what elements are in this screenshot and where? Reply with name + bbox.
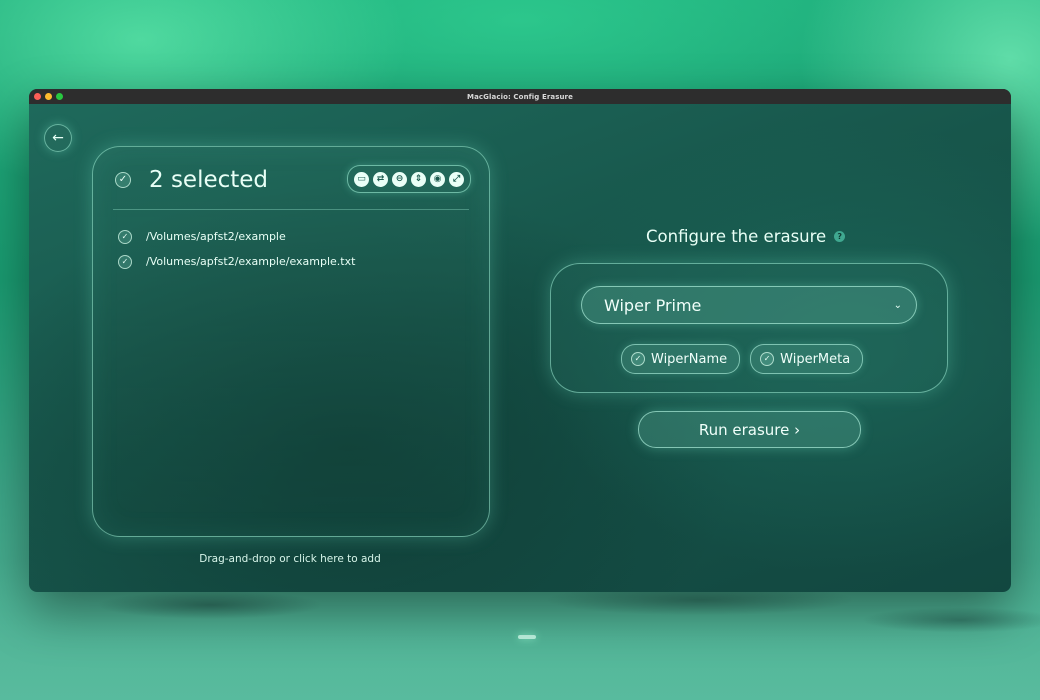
config-panel: Wiper Prime ⌄ ✓ WiperName ✓ WiperMeta xyxy=(550,263,948,393)
config-title-text: Configure the erasure xyxy=(646,227,827,246)
check-icon: ✓ xyxy=(121,256,129,266)
file-path: /Volumes/apfst2/example xyxy=(146,230,286,243)
check-icon: ✓ xyxy=(118,174,128,185)
chevron-down-icon: ⌄ xyxy=(893,299,902,311)
check-icon: ✓ xyxy=(760,352,775,366)
file-checkbox[interactable]: ✓ xyxy=(118,254,132,269)
option-label: WiperMeta xyxy=(780,351,851,367)
run-erasure-button[interactable]: Run erasure › xyxy=(638,411,861,448)
select-all-checkbox[interactable]: ✓ xyxy=(115,172,131,188)
file-checkbox[interactable]: ✓ xyxy=(118,229,132,244)
help-icon[interactable]: ? xyxy=(834,231,846,242)
add-folder-icon[interactable]: ▭ xyxy=(354,171,369,187)
option-wipername-toggle[interactable]: ✓ WiperName xyxy=(621,344,741,374)
file-list: ✓ /Volumes/apfst2/example ✓ /Volumes/apf… xyxy=(118,224,355,274)
option-wipermeta-toggle[interactable]: ✓ WiperMeta xyxy=(750,344,864,374)
wipe-method-select[interactable]: Wiper Prime ⌄ xyxy=(581,286,917,324)
transfer-icon[interactable]: ⇄ xyxy=(373,171,388,187)
file-toolbar: ▭ ⇄ ⊖ ⇕ ◉ ⤢ xyxy=(347,165,471,193)
minus-circle-icon[interactable]: ⊖ xyxy=(392,171,407,187)
check-icon: ✓ xyxy=(631,352,645,366)
config-title: Configure the erasure ? xyxy=(646,227,846,246)
drop-hint[interactable]: Drag-and-drop or click here to add xyxy=(92,553,488,565)
file-path: /Volumes/apfst2/example/example.txt xyxy=(146,255,356,268)
page-indicator xyxy=(518,635,536,639)
app-window: MacGlacio: Config Erasure ← ✓ 2 selected… xyxy=(29,89,1011,592)
window-controls xyxy=(34,93,63,100)
option-label: WiperName xyxy=(651,351,728,367)
wipe-method-value: Wiper Prime xyxy=(604,295,702,315)
window-title: MacGlacio: Config Erasure xyxy=(467,92,573,101)
selected-count: 2 selected xyxy=(149,167,269,193)
list-item[interactable]: ✓ /Volumes/apfst2/example xyxy=(118,224,355,249)
file-panel-header: ✓ 2 selected ▭ ⇄ ⊖ ⇕ ◉ ⤢ xyxy=(115,165,471,195)
eye-icon[interactable]: ◉ xyxy=(430,171,445,187)
option-toggles: ✓ WiperName ✓ WiperMeta xyxy=(621,344,864,374)
file-drop-panel[interactable]: ✓ 2 selected ▭ ⇄ ⊖ ⇕ ◉ ⤢ ✓ /Volumes/apfs… xyxy=(92,146,490,537)
titlebar: MacGlacio: Config Erasure xyxy=(29,89,1011,104)
close-window-button[interactable] xyxy=(34,93,41,100)
arrow-left-icon: ← xyxy=(52,130,64,146)
divider xyxy=(113,209,469,210)
back-button[interactable]: ← xyxy=(44,124,72,152)
list-item[interactable]: ✓ /Volumes/apfst2/example/example.txt xyxy=(118,249,355,274)
maximize-window-button[interactable] xyxy=(56,93,63,100)
expand-icon[interactable]: ⤢ xyxy=(449,171,464,187)
sort-icon[interactable]: ⇕ xyxy=(411,171,426,187)
minimize-window-button[interactable] xyxy=(45,93,52,100)
check-icon: ✓ xyxy=(121,231,129,241)
